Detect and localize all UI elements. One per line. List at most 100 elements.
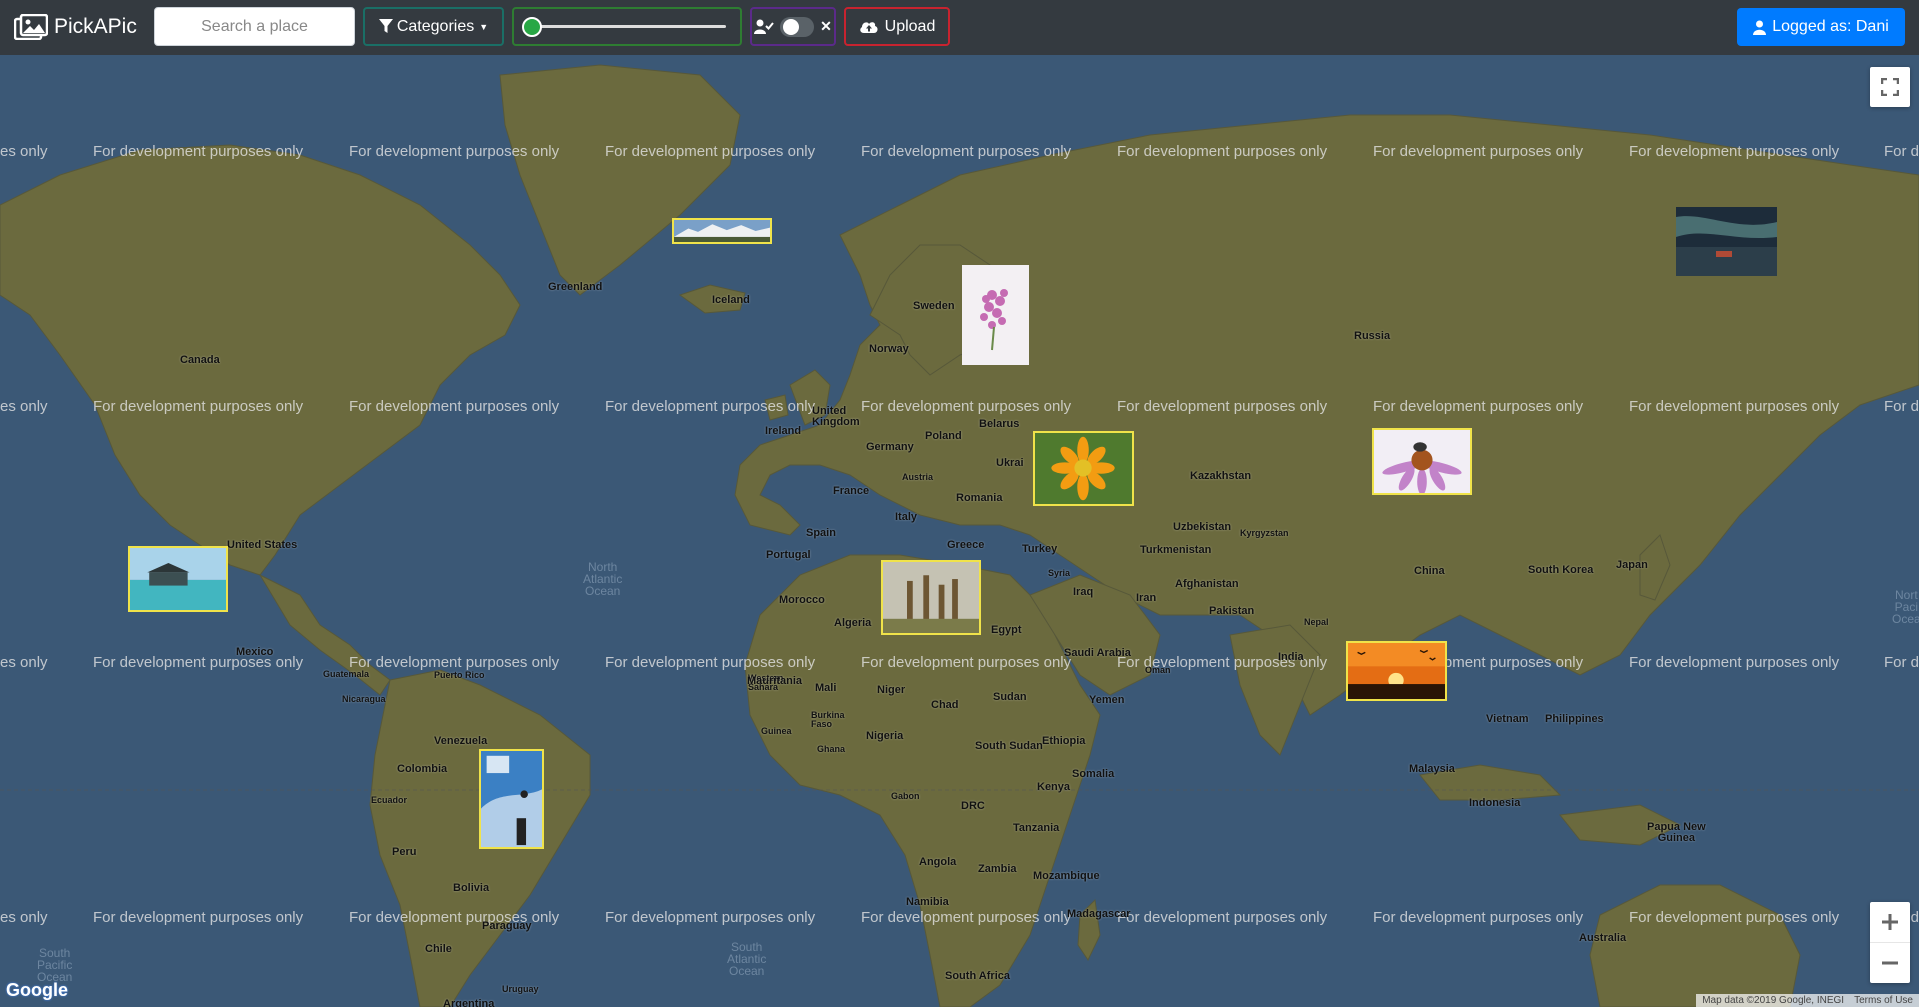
user-filter-toggle[interactable]: ✕ [750,7,836,46]
photo-marker-sunset[interactable] [1346,641,1447,701]
upload-button[interactable]: Upload [844,7,950,46]
slider-track [530,25,726,28]
place-label: Turkey [1022,543,1058,555]
beach-photo [130,548,226,610]
place-label: Indonesia [1469,797,1521,809]
place-label: Syria [1048,568,1071,578]
search-input[interactable] [154,7,355,46]
photo-marker-coneflower-bee[interactable] [1372,428,1472,495]
place-label: Afghanistan [1175,578,1239,590]
watermark-text: For development purposes only [861,143,1072,160]
place-label: South Sudan [975,740,1043,752]
watermark-text: For d [1884,654,1919,671]
mountain-photo [674,220,770,242]
place-label: Saudi Arabia [1064,647,1131,659]
photo-marker-aurora-lake[interactable] [1676,207,1777,276]
place-label: Nepal [1304,617,1329,627]
place-label: Egypt [991,624,1022,636]
terms-link[interactable]: Terms of Use [1854,995,1913,1006]
watermark-text: For development purposes only [605,909,816,926]
lilac-photo [962,265,1029,365]
fullscreen-button[interactable] [1870,67,1910,107]
photo-marker-giraffes[interactable] [881,560,981,635]
attribution-text: Map data ©2019 Google, INEGI [1702,995,1845,1006]
brand[interactable]: PickAPic [14,12,137,42]
place-label: Ukrai [996,457,1024,469]
photo-marker-beach-pier[interactable] [128,546,228,612]
place-label: India [1278,651,1304,663]
watermark-text: For development purposes only [349,143,560,160]
ocean-label: North Atlantic Ocean [583,560,623,598]
range-slider[interactable] [512,7,742,46]
minus-icon [1882,961,1898,965]
user-check-icon [754,19,774,34]
place-label: Malaysia [1409,763,1455,775]
watermark-text: For development purposes only [349,654,560,671]
watermark-text: For development purposes only [605,654,816,671]
aurora-photo [1676,207,1777,276]
categories-button[interactable]: Categories ▼ [363,7,504,46]
toggle-switch[interactable] [780,16,815,37]
place-label: Nigeria [866,730,904,742]
place-label: United Kingdom [812,405,860,428]
place-label: Romania [956,492,1003,504]
zoom-in-button[interactable] [1870,902,1910,943]
coneflower-photo [1374,430,1470,493]
ocean-label: Nort Paci Ocea [1892,588,1919,626]
land-masses [0,64,1919,1007]
place-label: Belarus [979,418,1020,430]
place-label: Pakistan [1209,605,1255,617]
place-label: Oman [1145,665,1171,675]
place-label: Vietnam [1486,713,1529,725]
place-label: France [833,485,870,497]
place-label: Kazakhstan [1190,470,1252,482]
plus-icon [1882,914,1898,930]
zoom-control [1870,902,1910,983]
google-logo[interactable]: Google [6,980,68,1001]
place-label: Italy [895,511,918,523]
place-label: Colombia [397,763,448,775]
watermark-text: For development purposes only [605,398,816,415]
watermark-text: For d [1884,398,1919,415]
place-label: Mozambique [1033,870,1100,882]
place-label: Peru [392,846,417,858]
place-label: Greece [947,539,985,551]
photo-marker-lilac[interactable] [962,265,1029,365]
watermark-text: es only [0,909,48,926]
user-button[interactable]: Logged as: Dani [1737,8,1905,46]
place-label: Austria [902,472,934,482]
photo-marker-basketball[interactable] [479,749,544,849]
watermark-text: For development purposes only [93,143,304,160]
place-label: Philippines [1545,713,1604,725]
place-label: Mexico [236,646,274,658]
place-label: Algeria [834,617,872,629]
watermark-text: For development purposes only [1373,398,1584,415]
place-label: Angola [919,856,957,868]
close-icon: ✕ [820,18,832,34]
map-attribution: Map data ©2019 Google, INEGI Terms of Us… [1696,994,1919,1007]
cloud-upload-icon [859,22,878,33]
place-label: Russia [1354,330,1391,342]
place-label: Paraguay [482,920,532,932]
photo-marker-iceland-mountains[interactable] [672,218,772,244]
place-label: Ghana [817,744,846,754]
place-label: Iceland [712,294,750,306]
place-label: Yemen [1089,694,1125,706]
photo-marker-orange-flower[interactable] [1033,431,1134,506]
watermark-text: For development purposes only [1117,909,1328,926]
place-label: Argentina [443,998,495,1007]
watermark-text: For development purposes only [861,654,1072,671]
zoom-out-button[interactable] [1870,943,1910,983]
place-label: South Korea [1528,564,1594,576]
place-label: Niger [877,684,906,696]
place-label: Uzbekistan [1173,521,1232,533]
watermark-text: es only [0,654,48,671]
slider-thumb[interactable] [522,17,542,37]
place-label: Poland [925,430,962,442]
map[interactable]: es only For development purposes only Fo… [0,55,1919,1007]
place-label: Burkina Faso [811,710,845,729]
watermark-text: es only [0,398,48,415]
place-label: Madagascar [1067,908,1131,920]
place-label: Norway [869,343,909,355]
watermark-text: For development purposes only [1117,143,1328,160]
